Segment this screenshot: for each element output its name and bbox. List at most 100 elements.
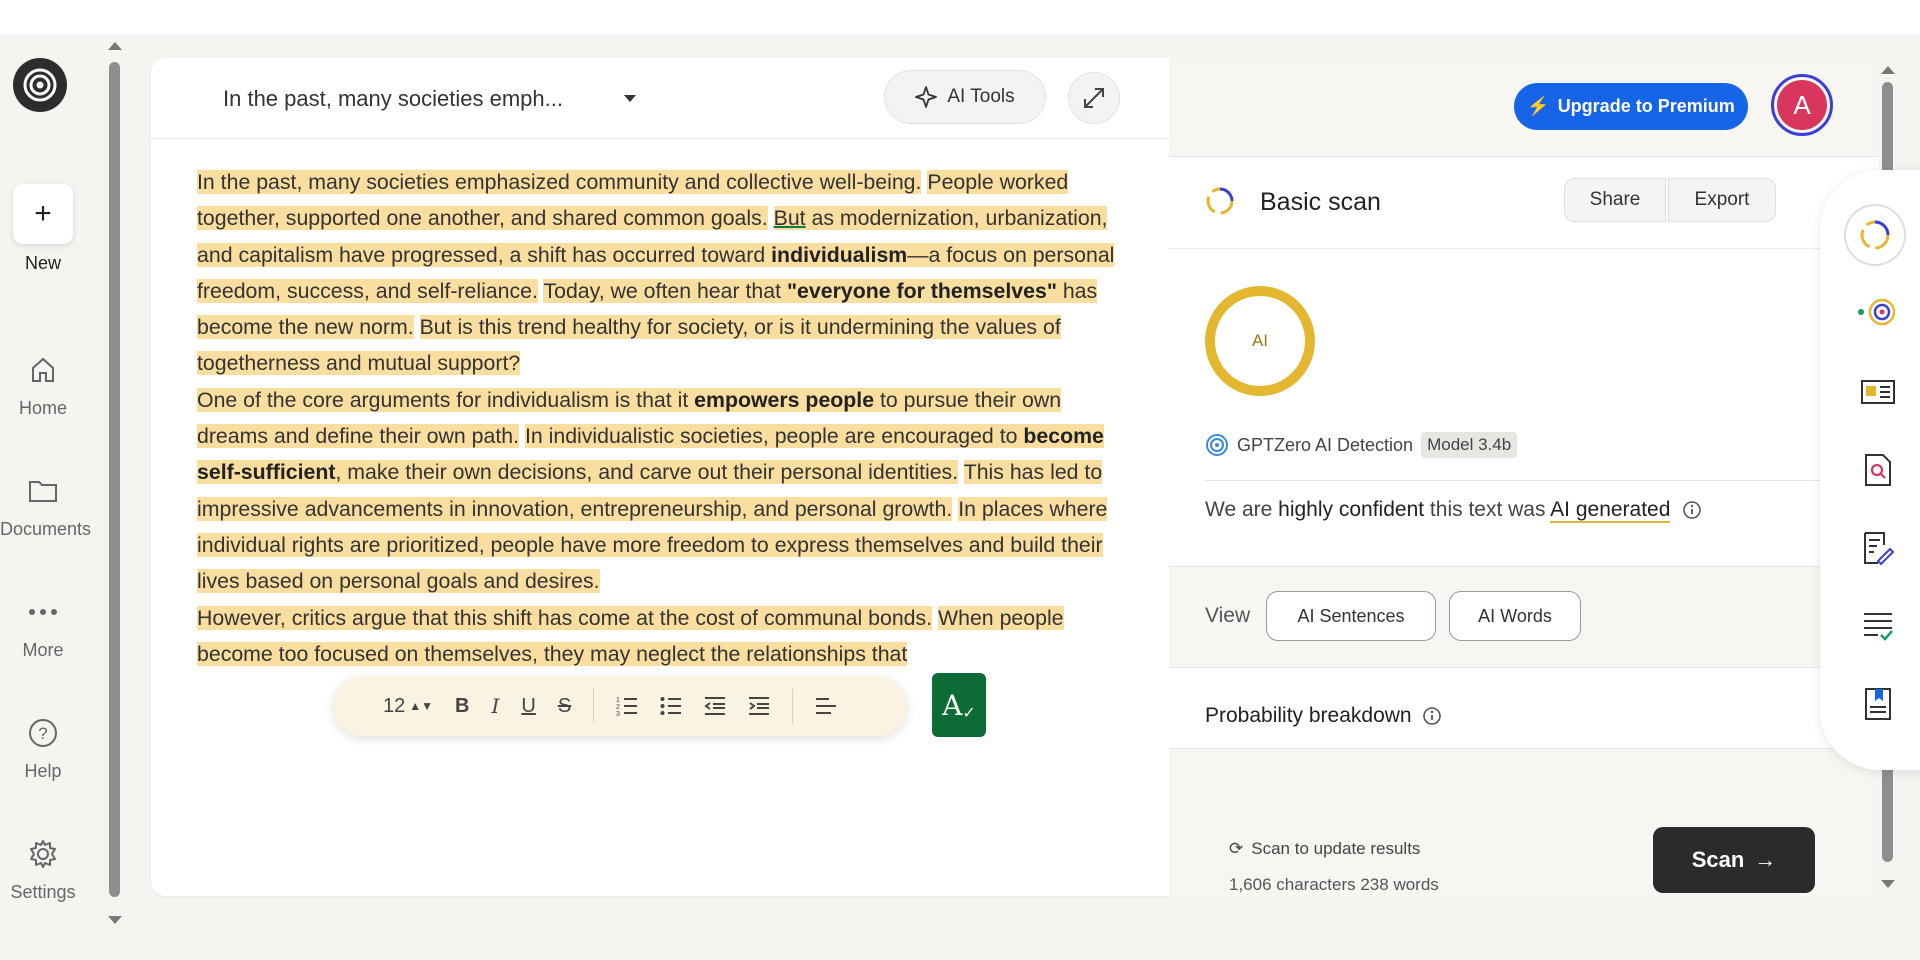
info-icon[interactable] — [1422, 706, 1442, 726]
ai-scan-icon — [1860, 220, 1890, 250]
spellcheck-button[interactable]: A ✓ — [932, 673, 986, 737]
share-button[interactable]: Share — [1564, 178, 1666, 222]
chevron-down-icon[interactable] — [624, 95, 636, 102]
underline-button[interactable]: U — [521, 695, 535, 718]
expand-button[interactable] — [1068, 72, 1120, 124]
folder-icon — [0, 471, 86, 511]
result-label[interactable]: AI generated — [1550, 498, 1671, 523]
scan-label: Scan — [1691, 847, 1745, 872]
left-sidebar: + New Home Documents More ? Help Setting… — [0, 34, 104, 960]
ai-sentences-button[interactable]: AI Sentences — [1266, 591, 1436, 641]
gptzero-icon — [1206, 434, 1228, 456]
scan-button[interactable]: Scan → — [1653, 827, 1815, 893]
scroll-down-arrow[interactable] — [108, 916, 122, 924]
avatar-letter: A — [1777, 80, 1827, 130]
results-top-bar: ⚡ Upgrade to Premium A — [1169, 58, 1879, 157]
rescan-hint: ⟳ Scan to update results — [1229, 839, 1420, 859]
writing-feedback-tool[interactable] — [1856, 526, 1900, 570]
toolbar-divider — [792, 689, 794, 723]
scrollbar-thumb[interactable] — [109, 62, 120, 897]
ai-vocabulary-tool[interactable] — [1856, 290, 1900, 334]
editor-header: In the past, many societies emph... AI T… — [151, 58, 1169, 139]
upgrade-premium-button[interactable]: ⚡ Upgrade to Premium — [1514, 83, 1748, 130]
home-icon — [0, 350, 86, 390]
indent-button[interactable] — [748, 696, 770, 716]
source-finder-tool[interactable] — [1856, 370, 1900, 414]
confidence-level: highly confident — [1278, 498, 1425, 521]
model-badge: Model 3.4b — [1421, 432, 1518, 458]
citation-tool[interactable] — [1856, 682, 1900, 726]
detector-row: GPTZero AI Detection Model 3.4b — [1205, 432, 1518, 458]
bookmark-document-icon — [1865, 688, 1891, 720]
refresh-icon: ⟳ — [1229, 839, 1244, 858]
strikethrough-button[interactable]: S — [558, 695, 571, 718]
nav-item-documents[interactable]: Documents — [0, 471, 91, 540]
probability-label: Probability breakdown — [1205, 704, 1412, 727]
gear-icon — [0, 834, 86, 874]
ai-scan-tool[interactable] — [1844, 204, 1906, 266]
svg-text:2: 2 — [616, 704, 620, 711]
edit-document-icon — [1864, 532, 1894, 565]
grammar-check-tool[interactable] — [1856, 604, 1900, 648]
italic-button[interactable]: I — [491, 694, 499, 718]
expand-icon — [1084, 88, 1104, 108]
nav-settings-label: Settings — [10, 882, 76, 902]
paragraph: In the past, many societies emphasized c… — [197, 164, 1127, 382]
outdent-button[interactable] — [704, 696, 726, 716]
nav-item-home[interactable]: Home — [0, 350, 86, 419]
scroll-up-arrow[interactable] — [108, 42, 122, 50]
paragraph: However, critics argue that this shift h… — [197, 600, 1127, 673]
scroll-down-arrow[interactable] — [1881, 880, 1895, 888]
nav-home-label: Home — [18, 398, 67, 418]
info-icon[interactable] — [1682, 500, 1702, 520]
grammar-suggestion[interactable]: But — [774, 206, 806, 230]
scan-footer: ⟳ Scan to update results 1,606 character… — [1169, 748, 1879, 896]
rescan-label: Scan to update results — [1251, 839, 1421, 858]
probability-breakdown-heading: Probability breakdown — [1205, 704, 1442, 728]
align-left-icon — [816, 698, 837, 714]
nav-item-help[interactable]: ? Help — [0, 713, 86, 782]
sidebar-scrollbar[interactable] — [108, 40, 122, 924]
tool-rail — [1820, 170, 1920, 770]
bold-button[interactable]: B — [455, 695, 469, 718]
view-options: View AI Sentences AI Words — [1169, 566, 1879, 668]
scroll-up-arrow[interactable] — [1881, 66, 1895, 74]
nav-more-label: More — [22, 640, 64, 660]
plagiarism-tool[interactable] — [1856, 448, 1900, 492]
bullet-list-button[interactable] — [660, 696, 682, 716]
align-button[interactable] — [815, 697, 837, 715]
indent-icon — [749, 697, 770, 715]
document-title[interactable]: In the past, many societies emph... — [223, 86, 563, 112]
editor-panel: In the past, many societies emph... AI T… — [151, 58, 1169, 896]
view-label: View — [1205, 604, 1251, 627]
arrow-right-icon: → — [1754, 847, 1777, 872]
help-icon: ? — [0, 713, 86, 753]
nav-item-settings[interactable]: Settings — [0, 834, 86, 903]
ai-tools-button[interactable]: AI Tools — [884, 70, 1046, 124]
nav-item-more[interactable]: More — [0, 592, 86, 661]
target-icon — [1858, 298, 1896, 326]
font-size-select[interactable]: 12 ▲▼ — [383, 695, 433, 718]
gptzero-logo[interactable] — [13, 58, 67, 112]
sparkle-icon — [915, 86, 938, 108]
avatar[interactable]: A — [1771, 74, 1833, 136]
document-body[interactable]: In the past, many societies emphasized c… — [197, 164, 1127, 724]
svg-text:3: 3 — [616, 711, 620, 716]
scan-status-icon — [1206, 187, 1234, 215]
lightning-icon: ⚡ — [1527, 96, 1550, 116]
numbered-list-icon: 123 — [616, 697, 638, 716]
nav-help-label: Help — [24, 761, 62, 781]
new-document-button[interactable]: + — [13, 184, 73, 244]
ai-words-button[interactable]: AI Words — [1449, 591, 1581, 641]
upgrade-label: Upgrade to Premium — [1557, 96, 1735, 116]
ai-sentence: In the past, many societies emphasized c… — [197, 170, 922, 194]
logo-icon — [23, 68, 57, 102]
export-button[interactable]: Export — [1668, 178, 1776, 222]
ai-sentence: However, critics argue that this shift h… — [197, 605, 933, 630]
ai-score-ring: AI — [1205, 286, 1315, 396]
numbered-list-button[interactable]: 123 — [616, 696, 638, 716]
divider — [1205, 480, 1845, 481]
spellcheck-icon: A — [942, 688, 963, 722]
svg-text:1: 1 — [616, 697, 620, 704]
detector-label: GPTZero AI Detection — [1237, 434, 1414, 455]
